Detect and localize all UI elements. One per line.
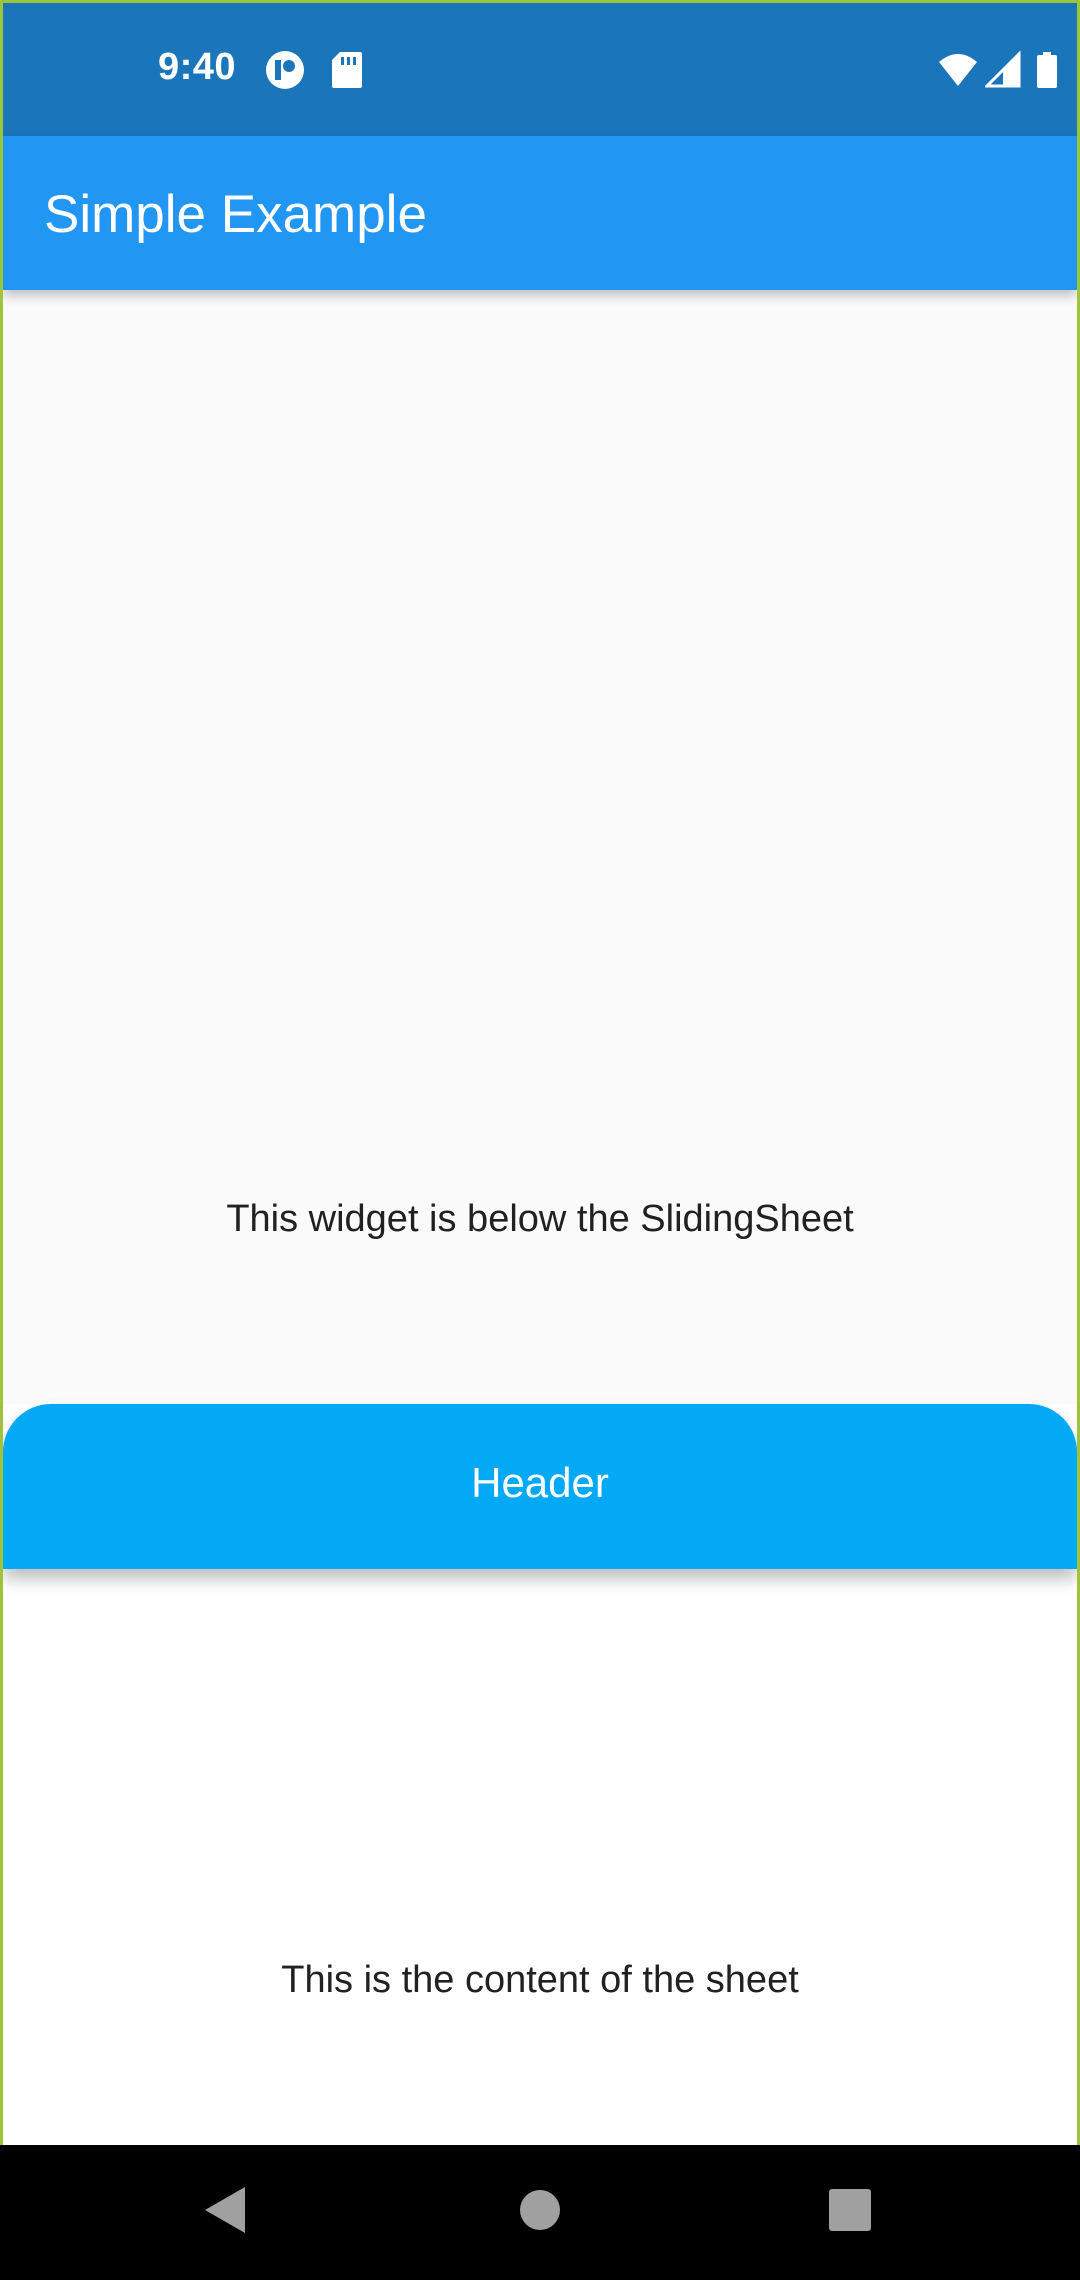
below-sheet-text: This widget is below the SlidingSheet bbox=[226, 1198, 854, 1240]
page-title: Simple Example bbox=[44, 185, 427, 244]
app-bar: Simple Example bbox=[3, 136, 1077, 290]
sheet-header-label: Header bbox=[471, 1459, 609, 1506]
home-icon[interactable] bbox=[505, 2175, 575, 2245]
app-screen: 9:40 Simple Example This widget is below… bbox=[3, 3, 1077, 2145]
notification-app-icon bbox=[265, 50, 305, 90]
sd-card-icon bbox=[330, 50, 370, 90]
navigation-bar bbox=[0, 2145, 1080, 2280]
cellular-signal-icon bbox=[983, 50, 1021, 90]
battery-icon bbox=[1035, 50, 1059, 90]
recents-icon[interactable] bbox=[815, 2175, 885, 2245]
status-bar: 9:40 bbox=[3, 3, 1077, 136]
sheet-header[interactable]: Header bbox=[3, 1404, 1077, 1569]
sliding-sheet[interactable]: Header This is the content of the sheet bbox=[3, 1404, 1077, 2145]
sheet-content-text: This is the content of the sheet bbox=[281, 1959, 799, 2001]
wifi-icon bbox=[938, 50, 978, 90]
status-time: 9:40 bbox=[158, 46, 237, 88]
back-icon[interactable] bbox=[189, 2175, 259, 2245]
